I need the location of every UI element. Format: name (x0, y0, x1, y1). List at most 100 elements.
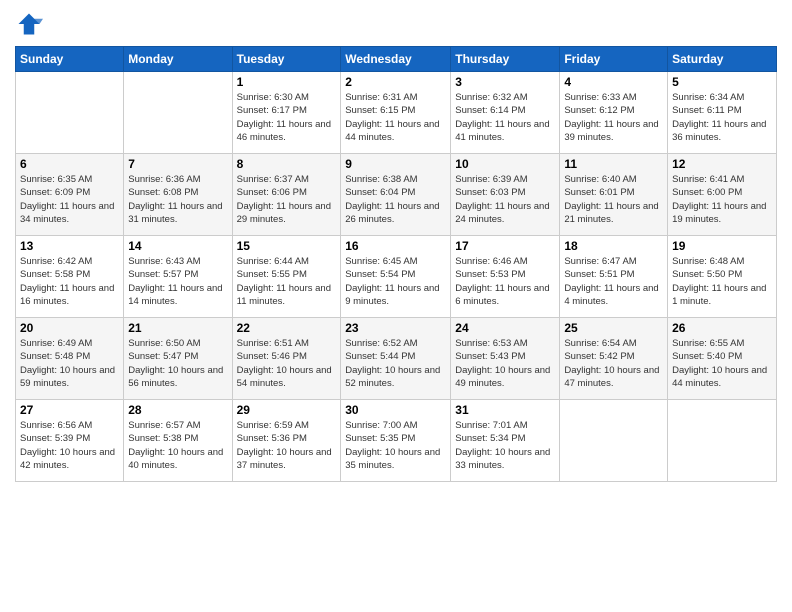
day-number: 27 (20, 403, 119, 417)
day-detail: Sunrise: 7:00 AMSunset: 5:35 PMDaylight:… (345, 419, 446, 472)
day-detail: Sunrise: 6:44 AMSunset: 5:55 PMDaylight:… (237, 255, 337, 308)
day-detail: Sunrise: 6:39 AMSunset: 6:03 PMDaylight:… (455, 173, 555, 226)
day-number: 2 (345, 75, 446, 89)
calendar-cell: 14 Sunrise: 6:43 AMSunset: 5:57 PMDayligh… (124, 236, 232, 318)
day-number: 21 (128, 321, 227, 335)
calendar-cell: 12 Sunrise: 6:41 AMSunset: 6:00 PMDayligh… (668, 154, 777, 236)
day-detail: Sunrise: 6:50 AMSunset: 5:47 PMDaylight:… (128, 337, 227, 390)
day-number: 4 (564, 75, 663, 89)
day-number: 14 (128, 239, 227, 253)
day-detail: Sunrise: 6:34 AMSunset: 6:11 PMDaylight:… (672, 91, 772, 144)
calendar-cell: 25 Sunrise: 6:54 AMSunset: 5:42 PMDayligh… (560, 318, 668, 400)
calendar-cell: 20 Sunrise: 6:49 AMSunset: 5:48 PMDayligh… (16, 318, 124, 400)
calendar-header-monday: Monday (124, 47, 232, 72)
day-detail: Sunrise: 6:36 AMSunset: 6:08 PMDaylight:… (128, 173, 227, 226)
day-detail: Sunrise: 6:30 AMSunset: 6:17 PMDaylight:… (237, 91, 337, 144)
calendar-cell: 26 Sunrise: 6:55 AMSunset: 5:40 PMDayligh… (668, 318, 777, 400)
calendar-cell: 28 Sunrise: 6:57 AMSunset: 5:38 PMDayligh… (124, 400, 232, 482)
day-number: 9 (345, 157, 446, 171)
calendar-cell: 13Sunrise: 6:42 AMSunset: 5:58 PMDayligh… (16, 236, 124, 318)
calendar-cell: 3 Sunrise: 6:32 AMSunset: 6:14 PMDaylight… (451, 72, 560, 154)
day-number: 3 (455, 75, 555, 89)
calendar-header-sunday: Sunday (16, 47, 124, 72)
calendar-cell: 21 Sunrise: 6:50 AMSunset: 5:47 PMDayligh… (124, 318, 232, 400)
day-detail: Sunrise: 6:38 AMSunset: 6:04 PMDaylight:… (345, 173, 446, 226)
day-detail: Sunrise: 6:51 AMSunset: 5:46 PMDaylight:… (237, 337, 337, 390)
calendar-table: SundayMondayTuesdayWednesdayThursdayFrid… (15, 46, 777, 482)
calendar-cell: 1 Sunrise: 6:30 AMSunset: 6:17 PMDaylight… (232, 72, 341, 154)
day-number: 16 (345, 239, 446, 253)
calendar-header-thursday: Thursday (451, 47, 560, 72)
calendar-cell (668, 400, 777, 482)
calendar-cell: 7 Sunrise: 6:36 AMSunset: 6:08 PMDaylight… (124, 154, 232, 236)
day-detail: Sunrise: 7:01 AMSunset: 5:34 PMDaylight:… (455, 419, 555, 472)
day-number: 12 (672, 157, 772, 171)
day-detail: Sunrise: 6:40 AMSunset: 6:01 PMDaylight:… (564, 173, 663, 226)
day-detail: Sunrise: 6:49 AMSunset: 5:48 PMDaylight:… (20, 337, 119, 390)
day-number: 10 (455, 157, 555, 171)
day-number: 19 (672, 239, 772, 253)
calendar-cell (16, 72, 124, 154)
day-number: 30 (345, 403, 446, 417)
calendar-cell: 17 Sunrise: 6:46 AMSunset: 5:53 PMDayligh… (451, 236, 560, 318)
calendar-cell: 30 Sunrise: 7:00 AMSunset: 5:35 PMDayligh… (341, 400, 451, 482)
calendar-cell: 29 Sunrise: 6:59 AMSunset: 5:36 PMDayligh… (232, 400, 341, 482)
day-detail: Sunrise: 6:47 AMSunset: 5:51 PMDaylight:… (564, 255, 663, 308)
calendar-cell: 22Sunrise: 6:51 AMSunset: 5:46 PMDayligh… (232, 318, 341, 400)
day-number: 25 (564, 321, 663, 335)
day-number: 5 (672, 75, 772, 89)
calendar-week-1: 1 Sunrise: 6:30 AMSunset: 6:17 PMDaylight… (16, 72, 777, 154)
calendar-cell (124, 72, 232, 154)
day-number: 28 (128, 403, 227, 417)
day-detail: Sunrise: 6:42 AMSunset: 5:58 PMDaylight:… (20, 255, 119, 308)
calendar-cell: 8 Sunrise: 6:37 AMSunset: 6:06 PMDaylight… (232, 154, 341, 236)
calendar-cell: 5 Sunrise: 6:34 AMSunset: 6:11 PMDaylight… (668, 72, 777, 154)
calendar-header-tuesday: Tuesday (232, 47, 341, 72)
day-number: 7 (128, 157, 227, 171)
day-detail: Sunrise: 6:59 AMSunset: 5:36 PMDaylight:… (237, 419, 337, 472)
day-detail: Sunrise: 6:45 AMSunset: 5:54 PMDaylight:… (345, 255, 446, 308)
day-number: 15 (237, 239, 337, 253)
day-number: 17 (455, 239, 555, 253)
calendar-cell: 23Sunrise: 6:52 AMSunset: 5:44 PMDayligh… (341, 318, 451, 400)
calendar-cell: 18 Sunrise: 6:47 AMSunset: 5:51 PMDayligh… (560, 236, 668, 318)
calendar-week-5: 27 Sunrise: 6:56 AMSunset: 5:39 PMDayligh… (16, 400, 777, 482)
day-number: 8 (237, 157, 337, 171)
day-detail: Sunrise: 6:53 AMSunset: 5:43 PMDaylight:… (455, 337, 555, 390)
day-number: 26 (672, 321, 772, 335)
day-number: 29 (237, 403, 337, 417)
calendar-week-3: 13Sunrise: 6:42 AMSunset: 5:58 PMDayligh… (16, 236, 777, 318)
calendar-cell: 31Sunrise: 7:01 AMSunset: 5:34 PMDayligh… (451, 400, 560, 482)
day-detail: Sunrise: 6:48 AMSunset: 5:50 PMDaylight:… (672, 255, 772, 308)
day-detail: Sunrise: 6:46 AMSunset: 5:53 PMDaylight:… (455, 255, 555, 308)
calendar-cell: 10 Sunrise: 6:39 AMSunset: 6:03 PMDayligh… (451, 154, 560, 236)
day-detail: Sunrise: 6:32 AMSunset: 6:14 PMDaylight:… (455, 91, 555, 144)
header (15, 10, 777, 38)
calendar-header-row: SundayMondayTuesdayWednesdayThursdayFrid… (16, 47, 777, 72)
calendar-week-2: 6Sunrise: 6:35 AMSunset: 6:09 PMDaylight… (16, 154, 777, 236)
calendar-cell: 6Sunrise: 6:35 AMSunset: 6:09 PMDaylight… (16, 154, 124, 236)
calendar-cell: 27 Sunrise: 6:56 AMSunset: 5:39 PMDayligh… (16, 400, 124, 482)
day-number: 6 (20, 157, 119, 171)
calendar-cell: 16 Sunrise: 6:45 AMSunset: 5:54 PMDayligh… (341, 236, 451, 318)
day-detail: Sunrise: 6:37 AMSunset: 6:06 PMDaylight:… (237, 173, 337, 226)
day-detail: Sunrise: 6:41 AMSunset: 6:00 PMDaylight:… (672, 173, 772, 226)
logo-icon (15, 10, 43, 38)
calendar-cell: 4 Sunrise: 6:33 AMSunset: 6:12 PMDaylight… (560, 72, 668, 154)
day-number: 20 (20, 321, 119, 335)
calendar-header-saturday: Saturday (668, 47, 777, 72)
calendar-cell: 11 Sunrise: 6:40 AMSunset: 6:01 PMDayligh… (560, 154, 668, 236)
day-detail: Sunrise: 6:54 AMSunset: 5:42 PMDaylight:… (564, 337, 663, 390)
calendar-cell: 2Sunrise: 6:31 AMSunset: 6:15 PMDaylight… (341, 72, 451, 154)
day-detail: Sunrise: 6:52 AMSunset: 5:44 PMDaylight:… (345, 337, 446, 390)
day-detail: Sunrise: 6:33 AMSunset: 6:12 PMDaylight:… (564, 91, 663, 144)
day-number: 1 (237, 75, 337, 89)
day-number: 18 (564, 239, 663, 253)
day-detail: Sunrise: 6:55 AMSunset: 5:40 PMDaylight:… (672, 337, 772, 390)
day-number: 11 (564, 157, 663, 171)
day-detail: Sunrise: 6:43 AMSunset: 5:57 PMDaylight:… (128, 255, 227, 308)
calendar-cell: 19 Sunrise: 6:48 AMSunset: 5:50 PMDayligh… (668, 236, 777, 318)
day-detail: Sunrise: 6:56 AMSunset: 5:39 PMDaylight:… (20, 419, 119, 472)
day-detail: Sunrise: 6:57 AMSunset: 5:38 PMDaylight:… (128, 419, 227, 472)
calendar-cell: 24Sunrise: 6:53 AMSunset: 5:43 PMDayligh… (451, 318, 560, 400)
